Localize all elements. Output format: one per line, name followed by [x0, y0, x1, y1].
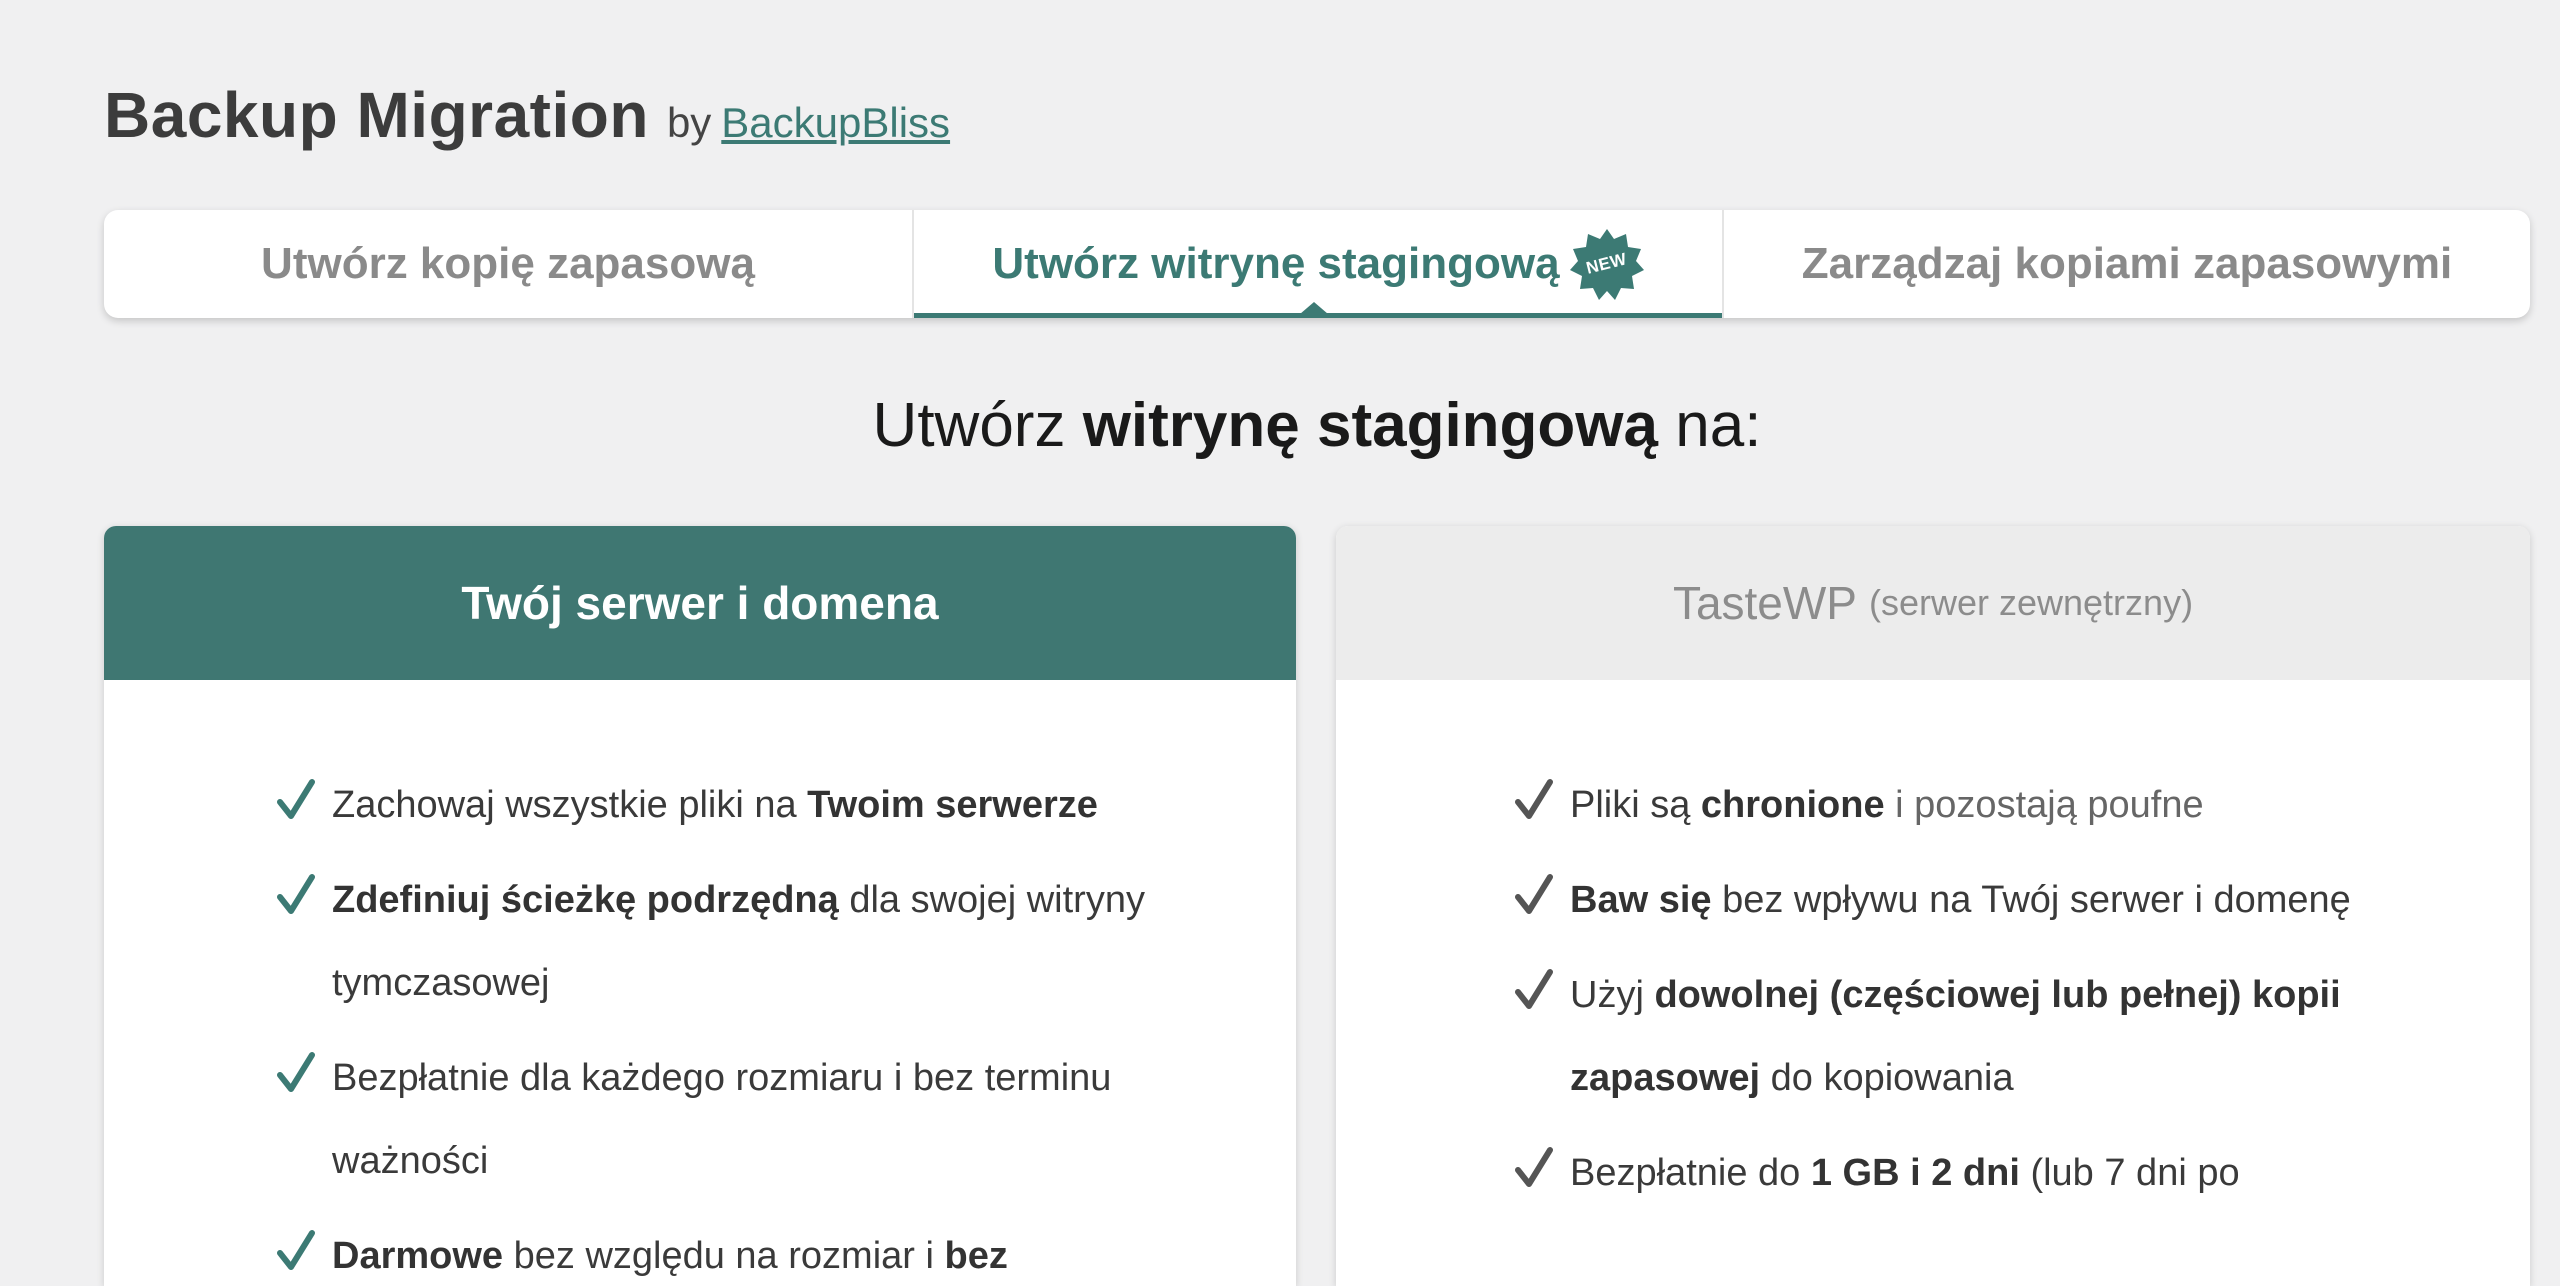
check-icon	[1515, 874, 1553, 914]
card-header[interactable]: TasteWP (serwer zewnętrzny)	[1336, 526, 2530, 680]
check-icon	[277, 1052, 315, 1092]
tab-label: Utwórz kopię zapasową	[261, 239, 755, 288]
feature-item: Bezpłatnie do 1 GB i 2 dni (lub 7 dni po	[1514, 1132, 2414, 1215]
feature-text: do kopiowania	[1760, 1057, 2014, 1099]
feature-text: Pliki są	[1570, 784, 1701, 826]
feature-list: Pliki są chronione i pozostają poufne Ba…	[1514, 764, 2414, 1227]
tab-manage-backups[interactable]: Zarządzaj kopiami zapasowymi	[1724, 210, 2530, 318]
check-icon	[277, 1230, 315, 1270]
feature-item: Użyj dowolnej (częściowej lub pełnej) ko…	[1514, 954, 2414, 1120]
option-tastewp-card[interactable]: TasteWP (serwer zewnętrzny) Pliki są chr…	[1336, 526, 2530, 1286]
feature-highlight: Baw się	[1570, 879, 1712, 921]
feature-text: i pozostają poufne	[1884, 784, 2204, 826]
card-title: TasteWP	[1672, 577, 1857, 629]
card-header[interactable]: Twój serwer i domena	[104, 526, 1296, 680]
feature-highlight: 1 GB i 2 dni	[1810, 1152, 2020, 1194]
check-icon	[277, 874, 315, 914]
new-badge-icon: NEW	[1569, 227, 1644, 301]
app-header: Backup Migration by BackupBliss	[104, 78, 950, 152]
feature-text: Bezpłatnie do	[1570, 1152, 1811, 1194]
feature-item: Zachowaj wszystkie pliki na Twoim serwer…	[276, 764, 1176, 847]
feature-item: Darmowe bez względu na rozmiar i bez	[276, 1215, 1176, 1286]
heading-pre: Utwórz	[872, 391, 1066, 460]
card-title: Twój serwer i domena	[461, 577, 939, 629]
option-own-server-card[interactable]: Twój serwer i domena Zachowaj wszystkie …	[104, 526, 1296, 1286]
feature-highlight: chronione	[1700, 784, 1885, 826]
check-icon	[277, 779, 315, 819]
tab-create-staging[interactable]: Utwórz witrynę stagingową NEW	[912, 210, 1724, 318]
feature-list: Zachowaj wszystkie pliki na Twoim serwer…	[276, 764, 1176, 1286]
feature-item: Bezpłatnie dla każdego rozmiaru i bez te…	[276, 1037, 1176, 1203]
active-tab-indicator	[1300, 302, 1328, 314]
brand-link[interactable]: BackupBliss	[721, 99, 950, 147]
feature-text: Zachowaj wszystkie pliki na	[332, 784, 808, 826]
feature-text: bez wpływu na Twój serwer i domenę	[1711, 879, 2351, 921]
tab-bar: Utwórz kopię zapasową Utwórz witrynę sta…	[104, 210, 2530, 318]
heading-post: na:	[1675, 391, 1762, 460]
app-title: Backup Migration	[104, 79, 649, 151]
tab-create-backup[interactable]: Utwórz kopię zapasową	[104, 210, 912, 318]
card-subtitle: (serwer zewnętrzny)	[1868, 582, 2194, 623]
page-heading: Utwórz witrynę stagingową na:	[104, 390, 2530, 461]
feature-text: (lub 7 dni po	[2019, 1152, 2240, 1194]
check-icon	[1515, 779, 1553, 819]
feature-text: Użyj	[1570, 974, 1655, 1016]
feature-item: Baw się bez wpływu na Twój serwer i dome…	[1514, 859, 2414, 942]
check-icon	[1515, 1147, 1553, 1187]
feature-highlight: bez	[944, 1235, 1008, 1277]
feature-item: Zdefiniuj ścieżkę podrzędną dla swojej w…	[276, 859, 1176, 1025]
by-label: by	[666, 99, 712, 146]
heading-bold: witrynę stagingową	[1082, 391, 1659, 460]
feature-highlight: Zdefiniuj ścieżkę podrzędną	[332, 879, 839, 921]
tab-label: Utwórz witrynę stagingową	[992, 239, 1560, 288]
feature-item: Pliki są chronione i pozostają poufne	[1514, 764, 2414, 847]
feature-highlight: Darmowe	[332, 1235, 504, 1277]
check-icon	[1515, 969, 1553, 1009]
page: Backup Migration by BackupBliss Utwórz k…	[104, 0, 2530, 1286]
feature-highlight: Twoim serwerze	[807, 784, 1098, 826]
feature-text: bez względu na rozmiar i	[503, 1235, 945, 1277]
tab-label: Zarządzaj kopiami zapasowymi	[1801, 239, 2453, 288]
feature-text: Bezpłatnie dla każdego rozmiaru i bez te…	[332, 1057, 1112, 1182]
